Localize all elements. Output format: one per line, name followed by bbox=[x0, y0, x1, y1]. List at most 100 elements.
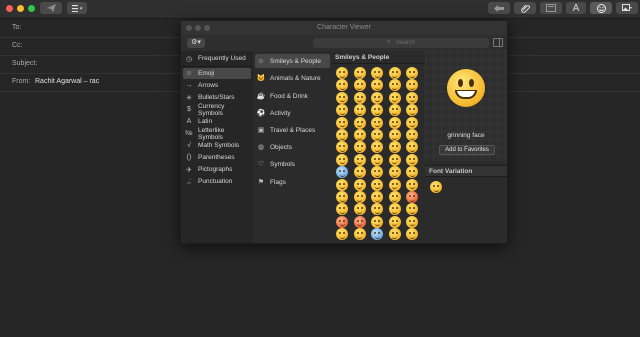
emoji-cell[interactable] bbox=[406, 79, 418, 92]
emoji-cell[interactable] bbox=[336, 178, 348, 191]
category-bullets-stars[interactable]: ✳ Bullets/Stars bbox=[183, 92, 251, 103]
emoji-cell[interactable] bbox=[353, 104, 366, 117]
emoji-cell[interactable] bbox=[388, 178, 401, 191]
emoji-cell[interactable] bbox=[353, 116, 366, 129]
emoji-cell[interactable] bbox=[406, 166, 418, 179]
emoji-cell[interactable] bbox=[371, 203, 383, 216]
emoji-cell[interactable] bbox=[336, 104, 348, 117]
emoji-cell[interactable] bbox=[336, 191, 348, 203]
emoji-cell[interactable] bbox=[371, 91, 383, 104]
emoji-cell[interactable] bbox=[336, 67, 348, 79]
photo-browser-button[interactable] bbox=[616, 2, 638, 14]
subcategory-activity[interactable]: ⚽ Activity bbox=[255, 106, 330, 120]
emoji-cell[interactable] bbox=[406, 203, 418, 216]
subcategory-flags[interactable]: ⚑ Flags bbox=[255, 175, 330, 189]
emoji-cell[interactable] bbox=[406, 129, 418, 141]
subcategory-smileys-people[interactable]: ☺ Smileys & People bbox=[255, 54, 330, 68]
emoji-cell[interactable] bbox=[388, 129, 401, 141]
emoji-cell[interactable] bbox=[388, 191, 401, 203]
subcategory-animals-nature[interactable]: 🐱 Animals & Nature bbox=[255, 71, 330, 85]
emoji-cell[interactable] bbox=[388, 67, 401, 79]
emoji-cell[interactable] bbox=[406, 215, 418, 228]
emoji-cell[interactable] bbox=[388, 228, 401, 241]
send-button[interactable] bbox=[40, 2, 62, 14]
sidebar-toggle-button[interactable] bbox=[493, 38, 503, 47]
emoji-cell[interactable] bbox=[388, 203, 401, 216]
emoji-cell[interactable] bbox=[388, 166, 401, 179]
emoji-cell[interactable] bbox=[371, 153, 383, 166]
emoji-cell[interactable] bbox=[336, 166, 348, 179]
category-math[interactable]: √ Math Symbols bbox=[183, 140, 251, 151]
emoji-cell[interactable] bbox=[336, 203, 348, 216]
header-fields-button[interactable] bbox=[67, 2, 87, 14]
emoji-cell[interactable] bbox=[371, 228, 383, 241]
attach-button[interactable] bbox=[514, 2, 536, 14]
emoji-cell[interactable] bbox=[336, 91, 348, 104]
emoji-cell[interactable] bbox=[336, 129, 348, 141]
subcategory-travel-places[interactable]: ▣ Travel & Places bbox=[255, 123, 330, 137]
emoji-cell[interactable] bbox=[371, 178, 383, 191]
emoji-cell[interactable] bbox=[371, 116, 383, 129]
emoji-cell[interactable] bbox=[336, 215, 348, 228]
emoji-cell[interactable] bbox=[353, 141, 366, 154]
emoji-cell[interactable] bbox=[371, 215, 383, 228]
emoji-cell[interactable] bbox=[353, 228, 366, 241]
subcategory-symbols[interactable]: ♡ Symbols bbox=[255, 157, 330, 171]
emoji-cell[interactable] bbox=[353, 178, 366, 191]
reply-button[interactable] bbox=[488, 2, 510, 14]
emoji-cell[interactable] bbox=[336, 228, 348, 241]
category-pictographs[interactable]: ✈ Pictographs bbox=[183, 164, 251, 175]
emoji-cell[interactable] bbox=[371, 79, 383, 92]
emoji-cell[interactable] bbox=[336, 153, 348, 166]
from-value[interactable]: Rachit Agarwal – rac bbox=[35, 78, 99, 85]
emoji-cell[interactable] bbox=[388, 141, 401, 154]
fonts-button[interactable]: A bbox=[566, 2, 586, 14]
emoji-cell[interactable] bbox=[371, 141, 383, 154]
emoji-cell[interactable] bbox=[371, 166, 383, 179]
emoji-cell[interactable] bbox=[336, 116, 348, 129]
emoji-cell[interactable] bbox=[406, 191, 418, 203]
emoji-cell[interactable] bbox=[371, 104, 383, 117]
emoji-cell[interactable] bbox=[353, 203, 366, 216]
emoji-cell[interactable] bbox=[406, 178, 418, 191]
emoji-cell[interactable] bbox=[406, 104, 418, 117]
font-variation-emoji[interactable] bbox=[430, 181, 442, 193]
emoji-cell[interactable] bbox=[353, 166, 366, 179]
zoom-window-button[interactable] bbox=[28, 5, 35, 12]
emoji-cell[interactable] bbox=[336, 79, 348, 92]
emoji-cell[interactable] bbox=[353, 91, 366, 104]
emoji-cell[interactable] bbox=[353, 129, 366, 141]
emoji-cell[interactable] bbox=[388, 153, 401, 166]
minimize-window-button[interactable] bbox=[17, 5, 24, 12]
category-parentheses[interactable]: () Parentheses bbox=[183, 152, 251, 163]
emoji-cell[interactable] bbox=[353, 79, 366, 92]
emoji-cell[interactable] bbox=[353, 191, 366, 203]
subcategory-food-drink[interactable]: ☕ Food & Drink bbox=[255, 89, 330, 103]
category-punctuation[interactable]: ,; Punctuation bbox=[183, 176, 251, 187]
category-emoji[interactable]: ☺ Emoji bbox=[183, 68, 251, 79]
emoji-cell[interactable] bbox=[406, 67, 418, 79]
emoji-cell[interactable] bbox=[353, 153, 366, 166]
category-letterlike[interactable]: № Letterlike Symbols bbox=[183, 127, 251, 141]
close-window-button[interactable] bbox=[6, 5, 13, 12]
emoji-cell[interactable] bbox=[336, 141, 348, 154]
emoji-cell[interactable] bbox=[371, 67, 383, 79]
action-menu-button[interactable]: ⚙▾ bbox=[187, 38, 205, 48]
emoji-cell[interactable] bbox=[388, 104, 401, 117]
category-currency[interactable]: $ Currency Symbols bbox=[183, 103, 251, 117]
emoji-cell[interactable] bbox=[388, 116, 401, 129]
emoji-cell[interactable] bbox=[406, 228, 418, 241]
emoji-cell[interactable] bbox=[353, 67, 366, 79]
emoji-cell[interactable] bbox=[388, 91, 401, 104]
emoji-cell[interactable] bbox=[406, 141, 418, 154]
emoji-cell[interactable] bbox=[406, 153, 418, 166]
add-to-favorites-button[interactable]: Add to Favorites bbox=[439, 145, 495, 155]
search-field[interactable]: ⌕ bbox=[313, 38, 489, 48]
category-latin[interactable]: A Latin bbox=[183, 116, 251, 127]
emoji-cell[interactable] bbox=[388, 215, 401, 228]
emoji-cell[interactable] bbox=[371, 191, 383, 203]
format-button[interactable] bbox=[540, 2, 562, 14]
subcategory-objects[interactable]: ◍ Objects bbox=[255, 140, 330, 154]
search-input[interactable] bbox=[396, 38, 476, 48]
emoji-cell[interactable] bbox=[406, 91, 418, 104]
